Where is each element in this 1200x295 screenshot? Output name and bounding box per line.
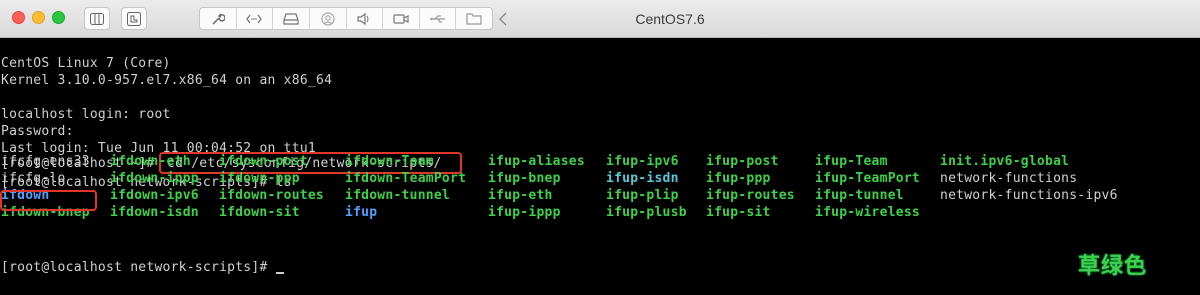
speaker-icon [357,12,369,25]
ls-entry: ifup-plusb [606,205,687,220]
camera-icon [321,12,335,25]
ls-entry: ifup [345,205,378,220]
ls-entry: ifup-ipv6 [606,154,679,169]
shared-folder-button[interactable] [456,8,492,29]
ls-entry: ifdown-tunnel [345,188,450,203]
sidebar-toggle-button[interactable] [84,7,110,30]
ls-entry: ifup-Team [815,154,888,169]
terminal-line: Password: [1,124,74,139]
terminal-screen[interactable]: CentOS Linux 7 (Core) Kernel 3.10.0-957.… [0,38,1200,295]
usb-button[interactable] [420,8,457,29]
sound-button[interactable] [347,8,384,29]
terminal-line: localhost login: root [1,107,171,122]
ls-entry: ifup-post [706,154,779,169]
window-title: CentOS7.6 [635,11,705,27]
snapshot-icon [127,11,141,26]
wrench-icon [212,13,225,24]
shell-prompt: [root@localhost network-scripts]# [1,260,276,275]
ls-entry: ifup-wireless [815,205,920,220]
ls-entry: ifup-bnep [488,171,561,186]
ls-entry: network-functions-ipv6 [940,188,1118,203]
ls-entry: ifup-eth [488,188,553,203]
ls-entry: ifdown-routes [219,188,324,203]
ls-entry: ifup-sit [706,205,771,220]
ls-entry: network-functions [940,171,1078,186]
usb-icon [429,14,445,23]
video-button[interactable] [383,8,420,29]
ls-entry: ifdown-post [219,154,308,169]
terminal-line: Kernel 3.10.0-957.el7.x86_64 on an x86_6… [1,73,333,88]
zoom-window-button[interactable] [52,11,65,24]
window-titlebar: CentOS7.6 [0,0,1200,38]
ls-entry: ifdown-isdn [110,205,199,220]
ls-entry: ifup-TeamPort [815,171,920,186]
hard-disk-icon [283,12,299,25]
terminal-line: CentOS Linux 7 (Core) [1,56,171,71]
ls-entry: ifcfg-ens33 [1,154,90,169]
ls-entry: ifup-routes [706,188,795,203]
watermark: 草绿色 [1078,254,1148,279]
close-window-button[interactable] [12,11,25,24]
snapshot-button[interactable] [121,7,147,30]
ls-entry: ifup-plip [606,188,679,203]
ls-entry: ifdown-ippp [110,171,199,186]
hard-disk-button[interactable] [273,8,310,29]
ls-entry: ifdown-sit [219,205,300,220]
camera-button[interactable] [310,8,347,29]
settings-button[interactable] [200,8,237,29]
ls-entry: ifdown-ipv6 [110,188,199,203]
network-button[interactable] [237,8,274,29]
ls-entry: ifup-isdn [606,171,679,186]
code-icon [246,14,263,23]
ls-entry: ifdown-ppp [219,171,300,186]
final-prompt-line: [root@localhost network-scripts]# [1,259,284,276]
shared-folder-icon [466,13,482,25]
ls-entry: ifcfg-lo [1,171,66,186]
video-icon [393,13,409,24]
text-cursor [275,272,284,274]
ls-entry: ifup-aliases [488,154,585,169]
ls-entry: ifup-ppp [706,171,771,186]
ifcfg-ens33-highlight-box [0,190,97,211]
ls-entry: ifdown-TeamPort [345,171,467,186]
ls-entry: init.ipv6-global [940,154,1070,169]
ls-entry: ifdown-Team [345,154,434,169]
ls-entry: ifup-tunnel [815,188,904,203]
ls-entry: ifup-ippp [488,205,561,220]
ls-entry: ifdown-eth [110,154,191,169]
vm-device-toolbar [199,7,493,30]
sidebar-icon [90,12,104,25]
minimize-window-button[interactable] [32,11,45,24]
